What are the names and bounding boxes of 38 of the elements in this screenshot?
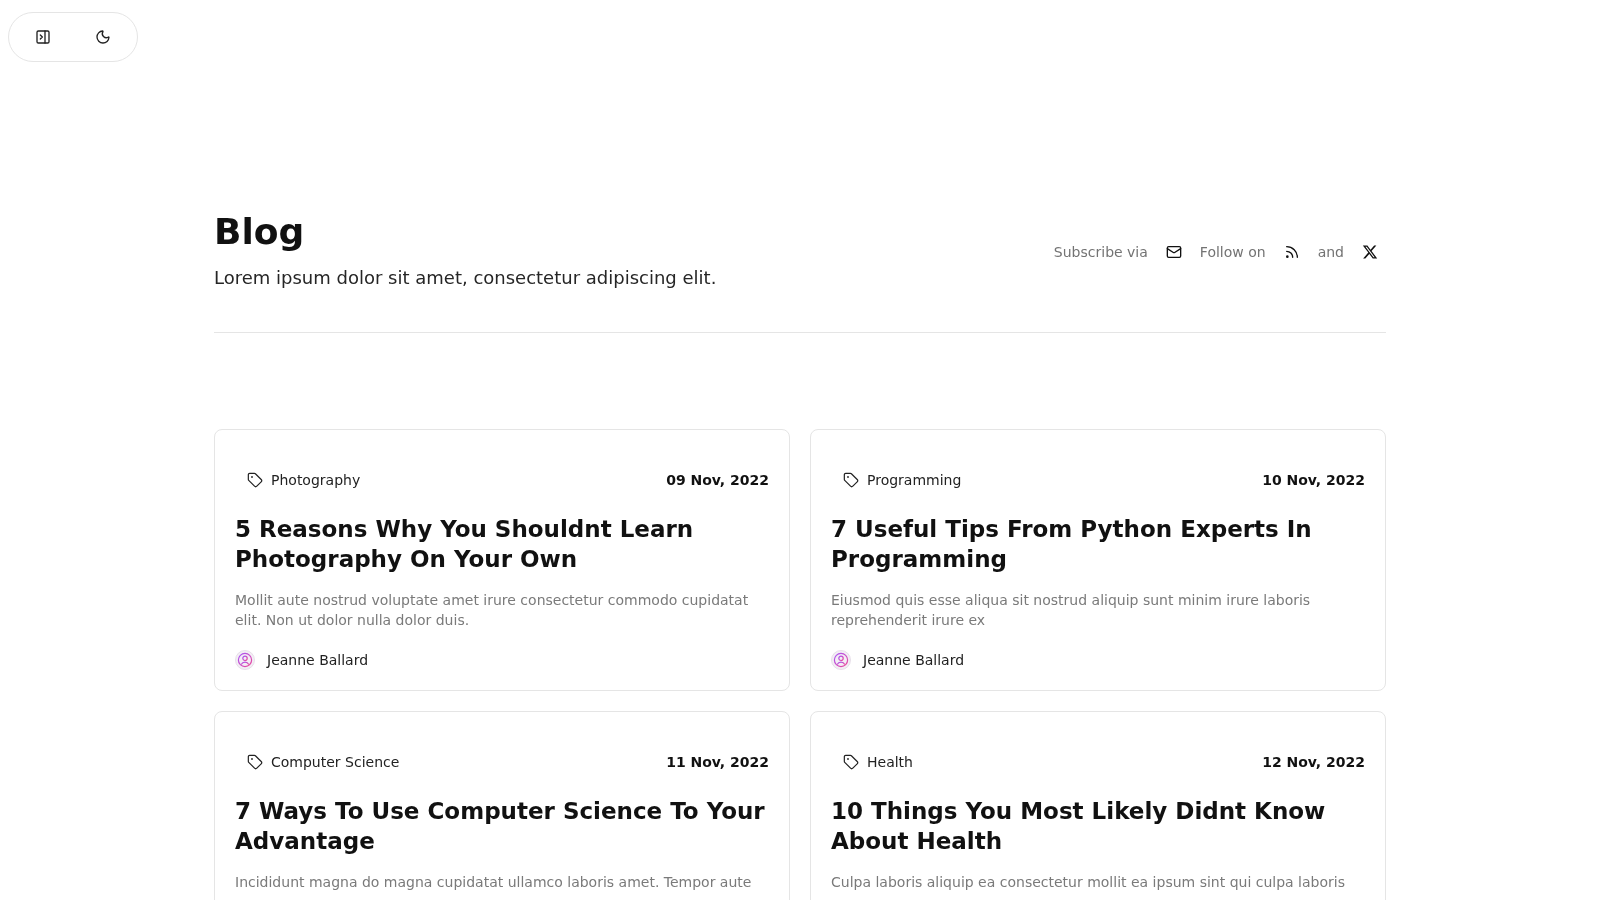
post-excerpt: Culpa laboris aliquip ea consectetur mollit ea ipsum sint qui culpa laboris bbox=[831, 873, 1346, 892]
page-subtitle: Lorem ipsum dolor sit amet, consectetur adipiscing elit. bbox=[214, 266, 717, 290]
page-title: Blog bbox=[214, 212, 306, 252]
x-logo-icon bbox=[1362, 244, 1378, 260]
avatar-icon bbox=[235, 650, 255, 670]
category-label: Health bbox=[867, 753, 913, 772]
post-date: 12 Nov, 2022 bbox=[1262, 753, 1365, 772]
post-date: 10 Nov, 2022 bbox=[1262, 471, 1365, 490]
tag-icon bbox=[843, 754, 859, 770]
category-label: Photography bbox=[271, 471, 361, 490]
tag-icon bbox=[247, 754, 263, 770]
author-name: Jeanne Ballard bbox=[267, 651, 369, 670]
post-card[interactable]: Health 12 Nov, 2022 10 Things You Most Likely Didnt Know About Health Culpa laboris aliquip ea consectetur mollit ea ipsum sint qui culpa laboris bbox=[810, 711, 1386, 900]
author-name: Jeanne Ballard bbox=[863, 651, 965, 670]
post-excerpt: Eiusmod quis esse aliqua sit nostrud aliquip sunt minim irure laboris reprehenderit irure ex bbox=[831, 591, 1312, 630]
post-excerpt: Incididunt magna do magna cupidatat ullamco laboris amet. Tempor aute bbox=[235, 873, 753, 892]
social-label: and bbox=[1317, 243, 1344, 262]
post-title[interactable]: 7 Useful Tips From Python Experts In Programming bbox=[831, 514, 1365, 574]
post-title[interactable]: 7 Ways To Use Computer Science To Your Advantage bbox=[235, 796, 769, 856]
post-title[interactable]: 10 Things You Most Likely Didnt Know About Health bbox=[831, 796, 1365, 856]
category-label: Programming bbox=[867, 471, 962, 490]
mail-icon bbox=[1165, 244, 1182, 260]
social-label: Subscribe via bbox=[1053, 243, 1148, 262]
tag-icon bbox=[843, 472, 859, 488]
moon-icon bbox=[95, 29, 111, 45]
post-title[interactable]: 5 Reasons Why You Shouldnt Learn Photography On Your Own bbox=[235, 514, 769, 574]
post-date: 11 Nov, 2022 bbox=[666, 753, 769, 772]
post-date: 09 Nov, 2022 bbox=[666, 471, 769, 490]
category-label: Computer Science bbox=[271, 753, 400, 772]
social-label: Follow on bbox=[1199, 243, 1266, 262]
post-card[interactable] bbox=[214, 429, 790, 691]
panel-icon bbox=[35, 29, 51, 45]
rss-icon bbox=[1283, 244, 1300, 260]
tag-icon bbox=[247, 472, 263, 488]
post-card[interactable]: Programming 10 Nov, 2022 7 Useful Tips From Python Experts In Programming Eiusmod quis esse aliqua sit nostrud aliquip sunt minim irure laboris reprehenderit irure ex Jeanne Ballard bbox=[810, 429, 1386, 691]
post-card[interactable]: Computer Science 11 Nov, 2022 7 Ways To Use Computer Science To Your Advantage Incididunt magna do magna cupidatat ullamco laboris amet. Tempor aute bbox=[214, 711, 790, 900]
post-excerpt: Mollit aute nostrud voluptate amet irure consectetur commodo cupidatat elit. Non ut dolor nulla dolor duis. bbox=[235, 591, 750, 630]
avatar-icon bbox=[831, 650, 851, 670]
